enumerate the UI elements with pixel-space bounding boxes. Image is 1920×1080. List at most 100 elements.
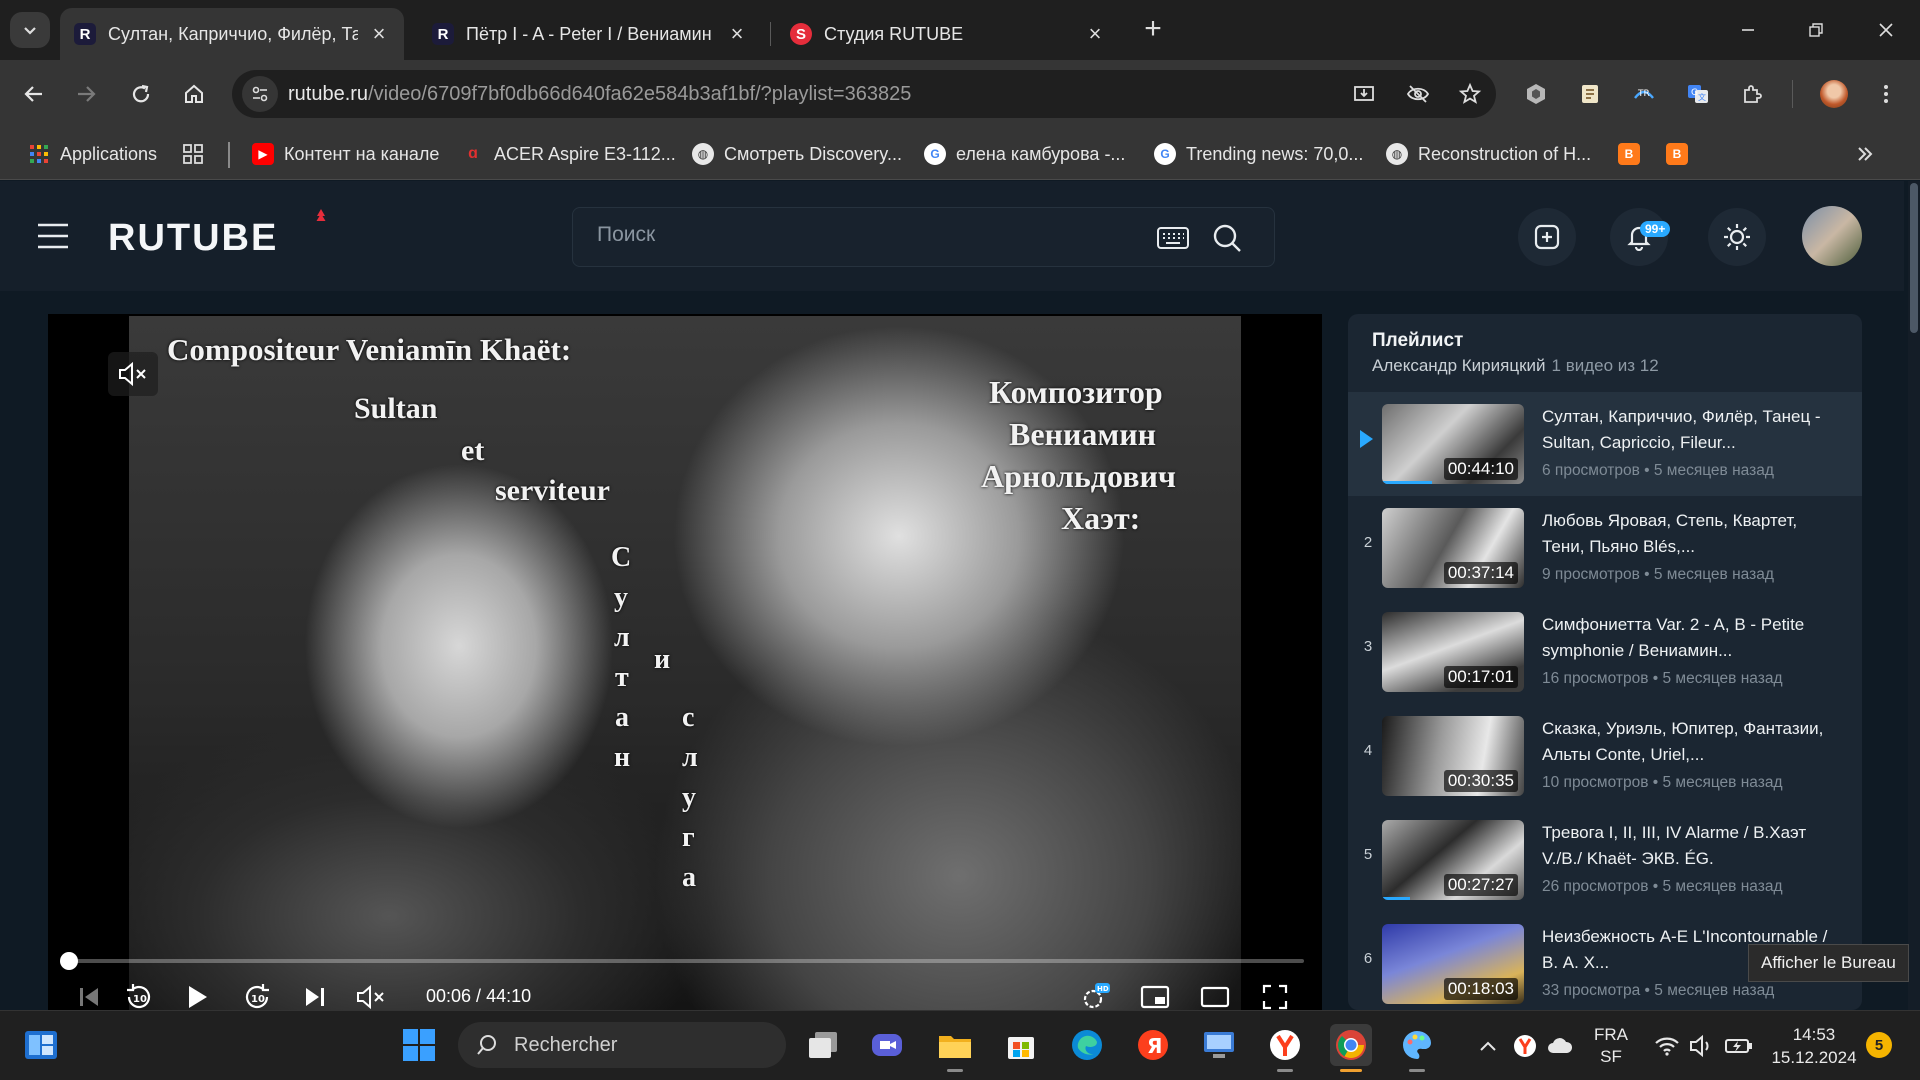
tab-studio[interactable]: S Студия RUTUBE × xyxy=(776,8,1120,60)
playlist-item[interactable]: 5 00:27:27 Тревога I, II, III, IV Alarme… xyxy=(1348,808,1862,912)
bookmark-blogger-1[interactable]: B xyxy=(1618,140,1650,168)
tracking-protection-button[interactable] xyxy=(1402,78,1434,110)
playlist-item[interactable]: 3 00:17:01 Симфониетта Var. 2 - A, B - P… xyxy=(1348,600,1862,704)
video-frame[interactable]: Compositeur Veniamīn Khaët: Sultan et se… xyxy=(129,316,1241,1010)
virtual-keyboard-button[interactable] xyxy=(1157,224,1189,252)
notification-center-badge[interactable]: 5 xyxy=(1866,1032,1892,1058)
forward-button[interactable] xyxy=(70,78,102,110)
forward-10-button[interactable]: 10 xyxy=(240,980,274,1010)
address-bar[interactable]: rutube.ru/video/6709f7bf0db66d640fa62e58… xyxy=(232,70,1496,118)
video-thumbnail[interactable]: 00:27:27 xyxy=(1382,820,1524,900)
chat-app-button[interactable] xyxy=(866,1024,908,1066)
tab-search-button[interactable] xyxy=(10,12,50,48)
yandex-tray-button[interactable] xyxy=(1512,1033,1538,1059)
video-player[interactable]: Compositeur Veniamīn Khaët: Sultan et se… xyxy=(48,314,1322,1010)
volume-tray-button[interactable] xyxy=(1688,1033,1714,1059)
theater-mode-button[interactable] xyxy=(1198,980,1232,1010)
theme-toggle-button[interactable] xyxy=(1708,208,1766,266)
notifications-button[interactable] xyxy=(1610,208,1668,266)
rewind-10-button[interactable]: 10 xyxy=(122,980,156,1010)
page-scrollbar[interactable] xyxy=(1908,181,1920,1010)
start-button[interactable] xyxy=(398,1024,440,1066)
site-logo[interactable]: RUTUBE xyxy=(108,217,278,260)
extensions-button[interactable] xyxy=(1736,78,1768,110)
bookmark-blogger-2[interactable]: B xyxy=(1666,140,1698,168)
bookmark-acer[interactable]: ɑ ACER Aspire E3-112... xyxy=(462,140,676,168)
next-button[interactable] xyxy=(298,980,332,1010)
extension-shield-button[interactable] xyxy=(1520,78,1552,110)
widgets-button[interactable] xyxy=(20,1024,62,1066)
playlist-item[interactable]: 00:44:10 Султан, Каприччио, Филёр, Танец… xyxy=(1348,392,1862,496)
show-hidden-icons-button[interactable] xyxy=(1476,1035,1500,1057)
extension-translate-button[interactable]: TR xyxy=(1628,78,1660,110)
unmute-overlay-button[interactable] xyxy=(108,352,158,396)
volume-button[interactable] xyxy=(354,980,388,1010)
microsoft-store-button[interactable] xyxy=(1000,1024,1042,1066)
taskbar-search[interactable]: Rechercher xyxy=(458,1022,786,1068)
video-title[interactable]: Тревога I, II, III, IV Alarme / В.Хаэт V… xyxy=(1542,820,1838,872)
close-icon[interactable]: × xyxy=(368,21,390,47)
progress-handle[interactable] xyxy=(60,952,78,970)
playlist-author[interactable]: Александр Кирияцкий xyxy=(1372,356,1546,375)
battery-tray-button[interactable] xyxy=(1724,1033,1754,1059)
search-button[interactable] xyxy=(1211,222,1243,254)
remote-desktop-button[interactable] xyxy=(1198,1024,1240,1066)
bookmark-youtube-content[interactable]: ▶ Контент на канале xyxy=(252,140,439,168)
bookmark-applications[interactable]: Applications xyxy=(28,140,157,168)
progress-bar[interactable] xyxy=(60,952,1304,970)
home-button[interactable] xyxy=(178,78,210,110)
video-thumbnail[interactable]: 00:37:14 xyxy=(1382,508,1524,588)
more-bookmarks-button[interactable] xyxy=(1854,140,1876,168)
bookmark-discovery[interactable]: ◍ Смотреть Discovery... xyxy=(692,140,902,168)
google-translate-button[interactable]: G文 xyxy=(1682,78,1714,110)
url-text[interactable]: rutube.ru/video/6709f7bf0db66d640fa62e58… xyxy=(288,83,911,106)
all-bookmarks-button[interactable] xyxy=(182,140,204,168)
onedrive-tray-button[interactable] xyxy=(1546,1035,1574,1057)
bookmark-star-button[interactable] xyxy=(1454,78,1486,110)
bookmark-trending-news[interactable]: G Trending news: 70,0... xyxy=(1154,140,1363,168)
input-language-indicator[interactable]: FRA SF xyxy=(1590,1024,1632,1068)
install-app-button[interactable] xyxy=(1348,78,1380,110)
previous-button[interactable] xyxy=(72,980,106,1010)
chrome-button[interactable] xyxy=(1330,1024,1372,1072)
scrollbar-thumb[interactable] xyxy=(1910,183,1918,333)
yandex-button[interactable]: Я xyxy=(1132,1024,1174,1066)
menu-button[interactable] xyxy=(36,219,70,253)
bookmark-kamburova[interactable]: G елена камбурова -... xyxy=(924,140,1125,168)
play-button[interactable] xyxy=(180,980,214,1010)
fullscreen-button[interactable] xyxy=(1258,980,1292,1010)
site-info-button[interactable] xyxy=(242,76,278,112)
playlist-item[interactable]: 2 00:37:14 Любовь Яровая, Степь, Квартет… xyxy=(1348,496,1862,600)
clock[interactable]: 14:53 15.12.2024 xyxy=(1770,1023,1858,1069)
video-title[interactable]: Симфониетта Var. 2 - A, B - Petite symph… xyxy=(1542,612,1838,664)
reload-button[interactable] xyxy=(125,78,157,110)
user-avatar[interactable] xyxy=(1802,206,1862,266)
video-thumbnail[interactable]: 00:44:10 xyxy=(1382,404,1524,484)
video-title[interactable]: Султан, Каприччио, Филёр, Танец - Sultan… xyxy=(1542,404,1838,456)
new-tab-button[interactable]: + xyxy=(1138,14,1168,44)
close-window-button[interactable] xyxy=(1866,16,1906,44)
tab-current[interactable]: R Султан, Каприччио, Филёр, Танец × xyxy=(60,8,404,60)
task-view-button[interactable] xyxy=(802,1024,844,1066)
search-input[interactable] xyxy=(597,223,1097,247)
profile-button[interactable] xyxy=(1818,78,1850,110)
playlist-item[interactable]: 4 00:30:35 Сказка, Уриэль, Юпитер, Фанта… xyxy=(1348,704,1862,808)
close-icon[interactable]: × xyxy=(1084,21,1106,47)
close-icon[interactable]: × xyxy=(726,21,748,47)
video-title[interactable]: Сказка, Уриэль, Юпитер, Фантазии, Альты … xyxy=(1542,716,1838,768)
video-thumbnail[interactable]: 00:18:03 xyxy=(1382,924,1524,1004)
browser-menu-button[interactable] xyxy=(1870,78,1902,110)
wifi-tray-button[interactable] xyxy=(1654,1033,1680,1059)
tab-peter[interactable]: R Пётр I - A - Peter I / Вениамин × xyxy=(418,8,762,60)
minimize-button[interactable] xyxy=(1728,16,1768,44)
bookmark-reconstruction[interactable]: ◍ Reconstruction of H... xyxy=(1386,140,1591,168)
back-button[interactable] xyxy=(18,78,50,110)
video-thumbnail[interactable]: 00:30:35 xyxy=(1382,716,1524,796)
upload-button[interactable] xyxy=(1518,208,1576,266)
video-thumbnail[interactable]: 00:17:01 xyxy=(1382,612,1524,692)
video-title[interactable]: Любовь Яровая, Степь, Квартет, Тени, Пья… xyxy=(1542,508,1838,560)
paint-app-button[interactable] xyxy=(1396,1024,1438,1072)
quality-settings-button[interactable]: HD xyxy=(1078,980,1112,1010)
file-explorer-button[interactable] xyxy=(934,1024,976,1072)
edge-browser-button[interactable] xyxy=(1066,1024,1108,1066)
